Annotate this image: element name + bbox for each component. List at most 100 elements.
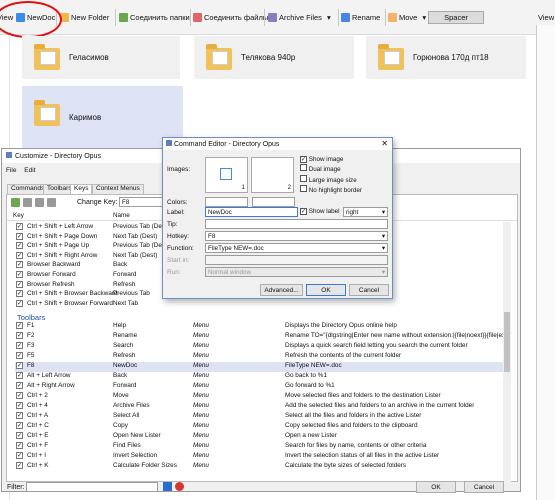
rename-button[interactable]: Rename [341,11,380,24]
key-row[interactable]: ✓ F3 Search Menu Displays a quick search fie… [15,342,510,352]
row-checkbox[interactable]: ✓ [16,432,23,439]
large-image-checkbox[interactable]: Large image size [300,174,362,185]
key-row[interactable]: ✓ F1 Help Menu Displays the Directory Opus o… [15,322,510,332]
key-row[interactable]: ✓ Ctrl + K Calculate Folder Sizes Menu Calcu… [15,462,510,472]
hotkey-field[interactable]: F8 ▾ [205,231,388,241]
row-checkbox[interactable]: ✓ [16,251,23,259]
key-row[interactable]: ✓ Ctrl + I Invert Selection Menu Invert the … [15,452,510,462]
tip-field[interactable] [205,219,388,229]
row-checkbox[interactable]: ✓ [16,242,23,250]
row-checkbox[interactable]: ✓ [16,322,23,329]
key-row[interactable]: ✓ Ctrl + E Open New Lister Menu Open a new L… [15,432,510,442]
row-checkbox[interactable]: ✓ [16,342,23,349]
editor-ok-button[interactable]: OK [306,284,346,296]
row-checkbox[interactable]: ✓ [16,402,23,409]
key-row[interactable]: ✓ F8 NewDoc Menu FileType NEW=.doc [15,362,510,372]
close-icon[interactable]: ✕ [381,139,388,148]
command-editor-dialog: Command Editor - Directory Opus ✕ Images… [162,137,393,299]
delete-key-icon[interactable] [47,198,56,207]
color-picker-2[interactable] [252,197,295,207]
no-highlight-checkbox[interactable]: No highlight border [300,184,362,195]
key-row[interactable]: ✓ Ctrl + C Copy Menu Copy selected files and… [15,422,510,432]
row-checkbox[interactable]: ✓ [16,372,23,379]
key-row[interactable]: ✓ Alt + Left Arrow Back Menu Go back to %1 [15,372,510,382]
change-key-field[interactable]: F8 [119,197,165,207]
add-key-icon[interactable] [11,198,20,207]
row-checkbox[interactable]: ✓ [16,422,23,429]
key-cell: Previous Tab [113,290,150,298]
row-checkbox[interactable]: ✓ [16,412,23,419]
editor-cancel-button[interactable]: Cancel [349,284,389,296]
row-checkbox[interactable]: ✓ [16,392,23,399]
row-checkbox[interactable]: ✓ [16,442,23,449]
key-row[interactable]: ✓ Ctrl + A Select All Menu Select all the fi… [15,412,510,422]
key-cell: Menu [193,372,209,379]
key-row[interactable]: ✓ Ctrl + 4 Archive Files Menu Add the select… [15,402,510,412]
tab-keys[interactable]: Keys [70,184,93,194]
tab-context-menus[interactable]: Context Menus [92,184,144,194]
key-cell: Displays a quick search field letting yo… [285,342,468,349]
menu-file[interactable]: File [6,167,16,174]
customize-cancel-button[interactable]: Cancel [464,481,504,493]
function-field[interactable]: FileType NEW=.doc ▾ [205,243,388,253]
row-checkbox[interactable]: ✓ [16,462,23,469]
key-cell: FileType NEW=.doc [285,362,342,369]
row-checkbox[interactable]: ✓ [16,382,23,389]
run-select[interactable]: Normal window ▾ [205,267,388,277]
row-checkbox[interactable]: ✓ [16,290,23,298]
new-folder-button[interactable]: New Folder [60,11,109,24]
key-row[interactable]: ✓ Ctrl + 2 Move Menu Move selected files and… [15,392,510,402]
show-image-checkbox[interactable]: ✓ Show image [300,156,362,164]
image-slot-1[interactable]: 1 [205,157,248,193]
image-slot-2[interactable]: 2 [251,157,294,193]
row-checkbox[interactable]: ✓ [16,452,23,459]
row-checkbox[interactable]: ✓ [16,299,23,307]
filter-clear-icon[interactable] [175,482,184,491]
spacer-label: Spacer [444,13,468,22]
copy-key-icon[interactable] [35,198,44,207]
spacer-button[interactable]: Spacer [428,11,484,24]
start-in-field[interactable] [205,255,388,265]
key-cell: Menu [193,342,209,349]
row-checkbox[interactable]: ✓ [16,223,23,230]
folder-tile[interactable]: Телякова 940р [194,36,354,79]
archive-files-button[interactable]: Archive Files ▾ [268,11,331,24]
join-files-button[interactable]: Соединить файлы [193,11,268,24]
key-row[interactable]: ✓ F2 Rename Menu Rename TO="{dlgstring|Enter… [15,332,511,342]
folder-tile-selected[interactable]: Каримов [22,86,183,148]
row-checkbox[interactable]: ✓ [16,271,23,278]
scroll-thumb[interactable] [504,312,510,372]
move-button[interactable]: Move ▾ [388,11,426,24]
folder-tile[interactable]: Горюнова 170д пт18 [366,36,526,79]
label-field[interactable]: NewDoc [205,207,298,217]
edit-key-icon[interactable] [23,198,32,207]
row-checkbox[interactable]: ✓ [16,332,23,339]
row-checkbox[interactable]: ✓ [16,362,23,369]
row-checkbox[interactable]: ✓ [16,352,23,359]
label-position-select[interactable]: right ▾ [343,207,388,217]
key-cell: Menu [193,362,209,369]
key-row[interactable]: ✓ Ctrl + F Find Files Menu Search for files … [15,442,510,452]
color-picker-1[interactable] [205,197,248,207]
key-row[interactable]: ✓ Alt + Right Arrow Forward Menu Go forward … [15,382,510,392]
show-label-checkbox[interactable]: ✓ Show label [300,208,340,215]
menu-edit[interactable]: Edit [24,167,35,174]
row-checkbox[interactable]: ✓ [16,232,23,240]
folder-tile[interactable]: Геласимов [22,36,180,79]
dual-image-checkbox[interactable]: Dual image [300,164,362,174]
image-options: ✓ Show image Dual image Large image size… [300,156,362,195]
key-cell: F8 [27,362,35,369]
lister-toolbar: View NewDoc New Folder Соединить папки С… [0,0,555,35]
key-cell: Menu [193,332,209,339]
filter-field[interactable] [26,482,158,492]
join-folders-button[interactable]: Соединить папки [119,11,190,24]
filter-apply-icon[interactable] [163,482,172,491]
folder-name: Каримов [69,112,102,122]
key-row[interactable]: ✓ F5 Refresh Menu Refresh the contents of th… [15,352,510,362]
customize-ok-button[interactable]: OK [416,481,456,493]
key-row[interactable]: ✓ Ctrl + Shift + Browser Forward Next Tab [15,299,510,310]
advanced-button[interactable]: Advanced... [260,284,303,296]
row-checkbox[interactable]: ✓ [16,261,23,269]
row-checkbox[interactable]: ✓ [16,280,23,288]
keys-scrollbar[interactable] [503,222,511,482]
